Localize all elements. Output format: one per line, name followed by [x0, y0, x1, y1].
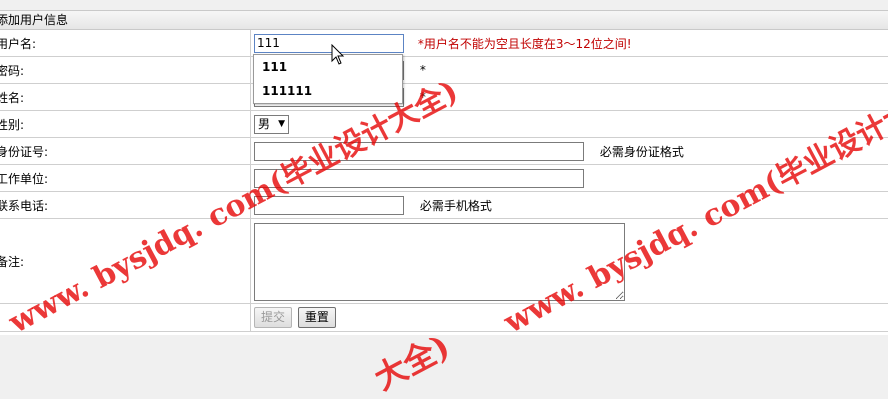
workunit-input[interactable] [254, 168, 584, 188]
realname-label: 姓名: [0, 83, 251, 111]
password-required-mark: * [419, 63, 426, 77]
gender-select[interactable]: 男 ▼ [254, 114, 289, 134]
row-remark: 备注: [0, 218, 888, 304]
submit-button[interactable]: 提交 [254, 307, 293, 328]
autocomplete-item[interactable]: 111 [254, 55, 402, 79]
phone-hint: 必需手机格式 [419, 198, 492, 213]
username-label: 用户名: [0, 30, 251, 57]
username-input[interactable] [254, 33, 404, 53]
remark-textarea[interactable] [254, 223, 625, 301]
gender-selected-value: 男 [258, 116, 271, 131]
username-error: *用户名不能为空且长度在3～12位之间! [417, 36, 632, 51]
password-label: 密码: [0, 56, 251, 84]
idcard-hint: 必需身份证格式 [599, 144, 684, 159]
row-gender: 性别: 男 ▼ [0, 110, 888, 138]
chevron-down-icon: ▼ [278, 118, 285, 129]
phone-label: 联系电话: [0, 191, 251, 219]
row-actions: 提交 重置 [0, 303, 888, 332]
remark-label: 备注: [0, 218, 251, 304]
row-password: 密码: * [0, 56, 888, 84]
gender-label: 性别: [0, 110, 251, 138]
row-username: 用户名: *用户名不能为空且长度在3～12位之间! [0, 30, 888, 57]
panel-title: 添加用户信息 [0, 10, 888, 30]
mouse-cursor-icon [331, 44, 345, 65]
phone-input[interactable] [254, 195, 404, 215]
autocomplete-dropdown: 111 111111 [253, 54, 403, 104]
row-realname: 姓名: * [0, 83, 888, 111]
row-workunit: 工作单位: [0, 164, 888, 192]
row-idcard: 身份证号: 必需身份证格式 [0, 137, 888, 165]
user-form: 用户名: *用户名不能为空且长度在3～12位之间! 密码: * 姓名: * 性别… [0, 30, 888, 332]
workunit-label: 工作单位: [0, 164, 251, 192]
idcard-label: 身份证号: [0, 137, 251, 165]
realname-required-mark: * [419, 90, 426, 104]
reset-button[interactable]: 重置 [297, 307, 336, 328]
form-panel: 添加用户信息 用户名: *用户名不能为空且长度在3～12位之间! 密码: * 姓… [0, 10, 888, 335]
autocomplete-item[interactable]: 111111 [254, 79, 402, 103]
row-phone: 联系电话: 必需手机格式 [0, 191, 888, 219]
idcard-input[interactable] [254, 141, 584, 161]
